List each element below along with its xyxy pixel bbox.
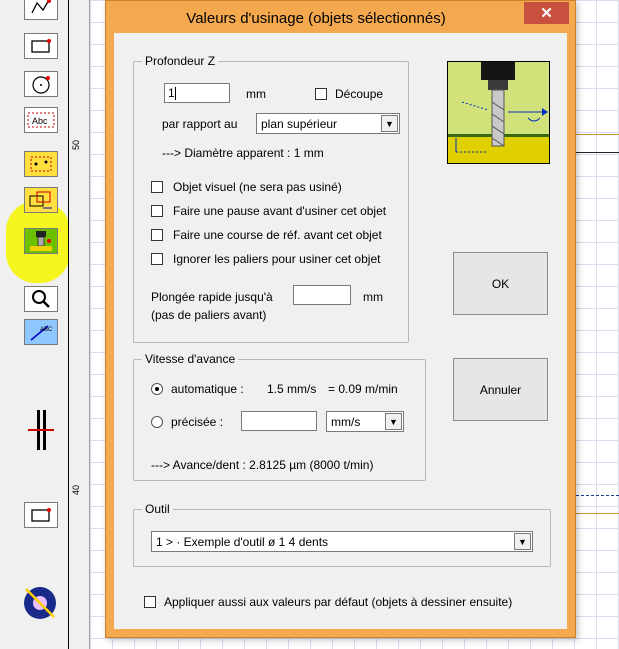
speed-unit-value: mm/s xyxy=(331,415,361,429)
split-view-icon[interactable] xyxy=(24,410,58,450)
cancel-button[interactable]: Annuler xyxy=(453,358,548,421)
ref-course-label: Faire une course de réf. avant cet objet xyxy=(173,228,382,242)
auto-speed-value: 1.5 mm/s xyxy=(267,382,317,396)
pause-label: Faire une pause avant d'usiner cet objet xyxy=(173,204,387,218)
auto-speed-equiv: = 0.09 m/min xyxy=(328,382,398,396)
close-icon: ✕ xyxy=(540,5,553,22)
precise-speed-input[interactable] xyxy=(241,411,317,431)
plongee-unit: mm xyxy=(363,290,383,304)
tool-select-value: 1 > · Exemple d'outil ø 1 4 dents xyxy=(156,535,329,549)
avance-dent-text: ---> Avance/dent : 2.8125 µm (8000 t/min… xyxy=(151,458,374,472)
decoupe-checkbox[interactable] xyxy=(315,88,327,100)
rectangle-icon[interactable] xyxy=(24,33,58,59)
text-path-icon[interactable]: ABC xyxy=(24,319,58,345)
ignore-paliers-checkbox[interactable] xyxy=(151,253,163,265)
reference-plane-select[interactable]: plan supérieur ▼ xyxy=(256,113,400,134)
chevron-down-icon: ▼ xyxy=(385,413,402,430)
outil-group-title: Outil xyxy=(142,502,173,516)
vitesse-group: Vitesse d'avance automatique : 1.5 mm/s … xyxy=(133,352,426,481)
auto-speed-radio[interactable] xyxy=(151,383,163,395)
dialog-title: Valeurs d'usinage (objets sélectionnés) xyxy=(186,10,446,27)
precise-speed-radio[interactable] xyxy=(151,416,163,428)
decoupe-label: Découpe xyxy=(335,87,384,101)
tool-palette: Abc ABC xyxy=(0,0,70,649)
dialog-client: Profondeur Z 1 mm Découpe par rapport au… xyxy=(114,33,567,629)
depth-unit: mm xyxy=(246,87,266,101)
canvas-line xyxy=(576,134,619,135)
canvas-line xyxy=(576,513,619,514)
diametre-text: ---> Diamètre apparent : 1 mm xyxy=(162,146,324,160)
machining-values-dialog: Valeurs d'usinage (objets sélectionnés) … xyxy=(105,0,576,638)
objet-visuel-label: Objet visuel (ne sera pas usiné) xyxy=(173,180,342,194)
precise-speed-label: précisée : xyxy=(171,415,224,429)
objet-visuel-checkbox[interactable] xyxy=(151,181,163,193)
chevron-down-icon: ▼ xyxy=(381,115,398,132)
svg-text:Abc: Abc xyxy=(32,116,48,126)
select-points-icon[interactable] xyxy=(24,151,58,177)
par-rapport-label: par rapport au xyxy=(162,117,238,131)
engrave-icon[interactable] xyxy=(22,585,58,621)
tool-preview-image xyxy=(447,61,550,164)
ref-course-checkbox[interactable] xyxy=(151,229,163,241)
canvas-line xyxy=(576,152,619,153)
apply-default-label: Appliquer aussi aux valeurs par défaut (… xyxy=(164,595,513,609)
auto-speed-label: automatique : xyxy=(171,382,244,396)
vertical-ruler: 50 40 xyxy=(68,0,90,649)
depth-input[interactable]: 1 xyxy=(164,83,230,103)
close-button[interactable]: ✕ xyxy=(524,2,569,24)
ruler-label-40: 40 xyxy=(71,484,81,495)
zoom-icon[interactable] xyxy=(24,286,58,312)
tool-select[interactable]: 1 > · Exemple d'outil ø 1 4 dents ▼ xyxy=(151,531,533,552)
ignore-paliers-label: Ignorer les paliers pour usiner cet obje… xyxy=(173,252,381,266)
svg-text:ABC: ABC xyxy=(40,327,53,333)
circle-icon[interactable] xyxy=(24,71,58,97)
ok-button[interactable]: OK xyxy=(453,252,548,315)
text-cursor xyxy=(174,87,176,101)
ok-label: OK xyxy=(491,276,510,291)
polyline-icon[interactable] xyxy=(24,0,58,20)
plongee-note: (pas de paliers avant) xyxy=(151,308,267,322)
pause-checkbox[interactable] xyxy=(151,205,163,217)
apply-default-checkbox[interactable] xyxy=(144,596,156,608)
outil-group: Outil 1 > · Exemple d'outil ø 1 4 dents … xyxy=(133,502,551,567)
plongee-input[interactable] xyxy=(293,285,351,305)
new-frame-icon[interactable] xyxy=(24,502,58,528)
chevron-down-icon: ▼ xyxy=(514,533,531,550)
canvas-line xyxy=(576,495,619,496)
vitesse-group-title: Vitesse d'avance xyxy=(142,352,239,366)
profondeur-group: Profondeur Z 1 mm Découpe par rapport au… xyxy=(133,54,409,343)
speed-unit-select[interactable]: mm/s ▼ xyxy=(326,411,404,432)
plongee-label: Plongée rapide jusqu'à xyxy=(151,290,273,304)
dialog-titlebar[interactable]: Valeurs d'usinage (objets sélectionnés) … xyxy=(106,1,575,33)
ruler-label-50: 50 xyxy=(71,139,81,150)
machining-values-icon[interactable] xyxy=(24,228,58,254)
reference-plane-value: plan supérieur xyxy=(261,117,338,131)
cancel-label: Annuler xyxy=(479,382,522,397)
copy-resize-icon[interactable] xyxy=(24,187,58,213)
depth-value: 1 xyxy=(168,86,175,100)
text-icon[interactable]: Abc xyxy=(24,107,58,133)
profondeur-group-title: Profondeur Z xyxy=(142,54,219,68)
